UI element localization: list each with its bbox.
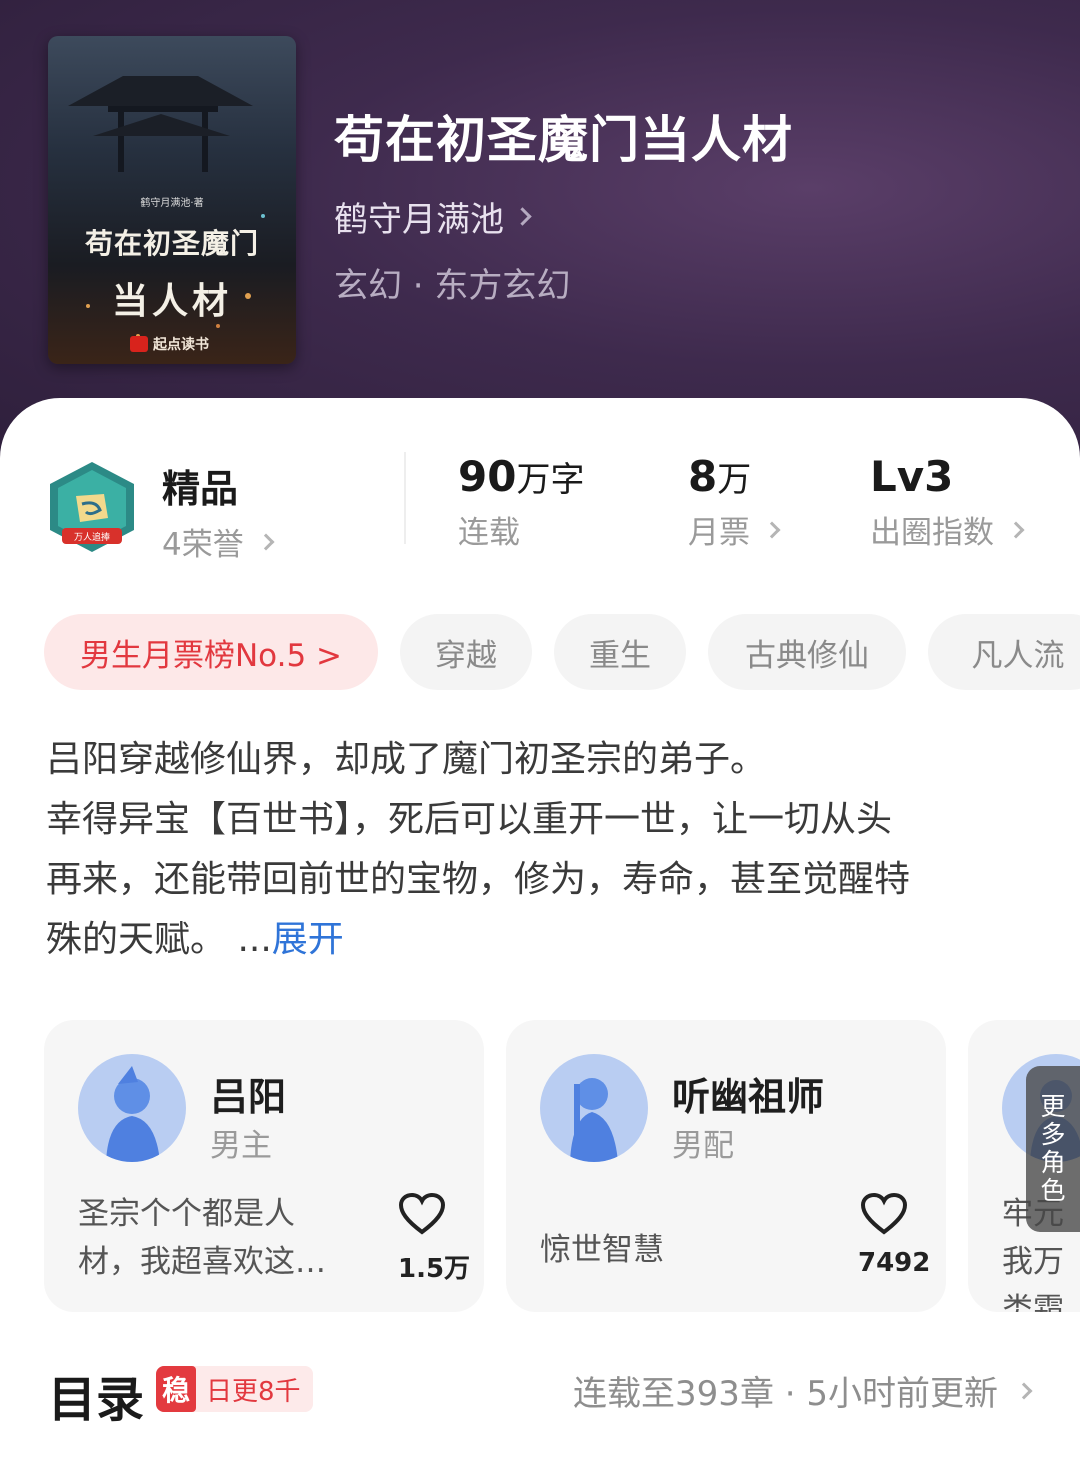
ticket-sub: 月票: [688, 507, 781, 552]
monthly-ticket-stat[interactable]: 8万 月票: [688, 452, 781, 552]
stats-divider: [404, 452, 406, 544]
toc-title[interactable]: 目录: [48, 1360, 144, 1430]
cover-publisher: 起点读书: [130, 334, 209, 354]
chevron-right-icon: [1007, 521, 1025, 538]
cover-title-line1: 苟在初圣魔门: [84, 227, 259, 260]
more-roles-button[interactable]: 更 多 角 色: [1026, 1066, 1080, 1232]
update-badge: 稳 日更8千: [156, 1366, 313, 1412]
role-type: 男主: [210, 1128, 272, 1164]
role-type: 男配: [672, 1128, 734, 1164]
author-name: 鹤守月满池: [334, 200, 504, 240]
tag-gudian-xiuxian[interactable]: 古典修仙: [708, 614, 906, 690]
role-avatar: [78, 1054, 186, 1162]
chevron-right-icon: [257, 533, 275, 550]
role-avatar: [540, 1054, 648, 1162]
word-count: 90万字: [458, 452, 584, 501]
role-description: 圣宗个个都是人材，我超喜欢这…: [78, 1196, 326, 1280]
synopsis-line: 再来，还能带回前世的宝物，修为，寿命，甚至觉醒特: [46, 859, 911, 900]
role-card[interactable]: 吕阳 男主 圣宗个个都是人材，我超喜欢这… 1.5万: [44, 1020, 484, 1312]
synopsis-last-line: 殊的天赋。 ...展开: [46, 910, 1046, 970]
role-name: 吕阳: [210, 1075, 287, 1119]
honor-label: 精品: [162, 467, 239, 511]
more-roles-char: 更: [1040, 1092, 1066, 1121]
toc-status-link[interactable]: 连载至393章 · 5小时前更新: [573, 1366, 1033, 1415]
synopsis-line: 殊的天赋。 ...: [46, 919, 272, 960]
rank-tag[interactable]: 男生月票榜No.5 >: [44, 614, 378, 690]
word-count-stat: 90万字 连载: [458, 452, 584, 552]
chevron-right-icon: [763, 521, 781, 538]
chevron-right-icon: [1015, 1382, 1033, 1399]
honor-count: 4荣誉: [162, 527, 244, 563]
serial-status: 连载: [458, 515, 520, 551]
role-name: 听幽祖师: [672, 1075, 825, 1119]
index-level: Lv3: [870, 452, 954, 501]
heart-icon[interactable]: [398, 1192, 446, 1236]
tag-chongsheng[interactable]: 重生: [554, 614, 686, 690]
popularity-index-stat[interactable]: Lv3 出圈指数: [870, 452, 1025, 552]
index-label: 出圈指数: [870, 515, 994, 551]
expand-link[interactable]: 展开: [272, 919, 344, 960]
honor-stat[interactable]: 精品 4荣誉: [162, 458, 275, 564]
publisher-logo-icon: [130, 336, 148, 352]
ticket-count: 8万: [688, 452, 778, 501]
book-genre: 玄幻 · 东方玄幻: [334, 266, 571, 306]
daily-update-text: 日更8千: [206, 1376, 301, 1407]
chevron-right-icon: [513, 207, 532, 226]
honor-badge-icon[interactable]: 万人追捧: [46, 460, 138, 556]
role-card[interactable]: 听幽祖师 男配 惊世智慧 7492: [506, 1020, 946, 1312]
book-cover[interactable]: 鹤守月满池·著 苟在初圣魔门 当人材 起点读书: [48, 36, 296, 364]
tag-chuanyue[interactable]: 穿越: [400, 614, 532, 690]
book-title: 苟在初圣魔门当人材: [334, 110, 793, 169]
character-avatar-icon: [540, 1054, 648, 1162]
ticket-number: 8: [688, 452, 718, 501]
badge-caption: 万人追捧: [74, 531, 110, 543]
index-sub: 出圈指数: [870, 507, 1025, 552]
more-roles-char: 角: [1040, 1148, 1066, 1177]
cover-author: 鹤守月满池·著: [140, 198, 204, 209]
more-roles-char: 色: [1040, 1176, 1066, 1205]
author-link[interactable]: 鹤守月满池: [334, 192, 532, 241]
character-avatar-icon: [78, 1054, 186, 1162]
synopsis-line: 吕阳穿越修仙界，却成了魔门初圣宗的弟子。: [46, 739, 767, 780]
role-description: 惊世智慧: [540, 1232, 664, 1268]
honor-sub: 4荣誉: [162, 519, 275, 564]
tag-fanrenliu[interactable]: 凡人流: [928, 614, 1080, 690]
toc-status-text: 连载至393章 · 5小时前更新: [573, 1374, 998, 1414]
word-count-number: 90: [458, 452, 517, 501]
word-count-unit: 万字: [516, 460, 585, 500]
publisher-name: 起点读书: [153, 337, 209, 353]
more-roles-char: 多: [1040, 1120, 1066, 1149]
cover-title-line2: 当人材: [111, 280, 232, 322]
heart-icon[interactable]: [860, 1192, 908, 1236]
stable-update-icon: 稳: [156, 1366, 196, 1412]
synopsis-line: 幸得异宝【百世书】，死后可以重开一世，让一切从头: [46, 799, 893, 840]
ticket-label: 月票: [688, 515, 750, 551]
like-count: 7492: [858, 1248, 931, 1278]
synopsis[interactable]: 吕阳穿越修仙界，却成了魔门初圣宗的弟子。 幸得异宝【百世书】，死后可以重开一世，…: [46, 730, 1046, 970]
ticket-unit: 万: [717, 460, 752, 500]
like-count: 1.5万: [398, 1254, 471, 1284]
